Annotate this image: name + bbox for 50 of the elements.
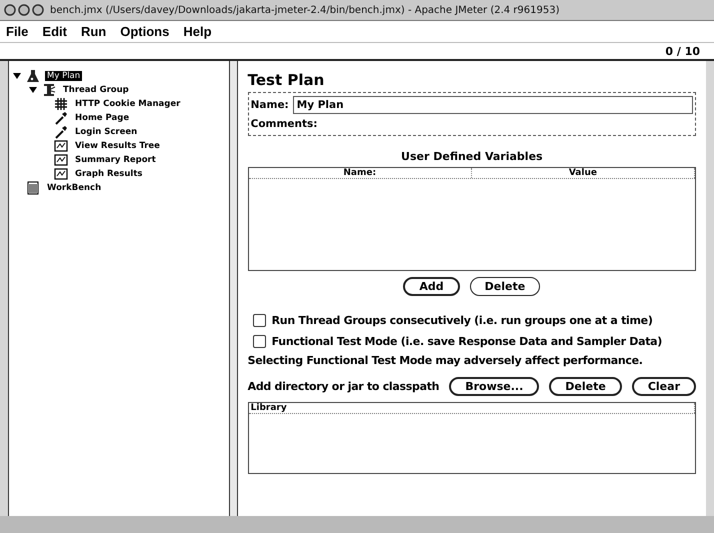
expand-arrow-icon[interactable] xyxy=(29,86,37,94)
tree-item[interactable]: View Results Tree xyxy=(73,141,162,151)
menu-item[interactable]: File xyxy=(6,24,28,39)
tree-item[interactable]: WorkBench xyxy=(45,183,104,193)
menu-item[interactable]: Options xyxy=(120,24,170,39)
window-title: bench.jmx (/Users/davey/Downloads/jakarta-jmeter-2.4/bin/bench.jmx) - Apache JMeter (2.4 r961953) xyxy=(50,4,560,16)
checkbox[interactable] xyxy=(252,335,266,348)
checkbox[interactable] xyxy=(252,314,266,327)
spool-icon xyxy=(42,83,56,97)
expand-arrow-icon[interactable] xyxy=(13,72,21,80)
variable-button[interactable]: Add xyxy=(403,277,460,296)
column-header[interactable]: Value xyxy=(472,168,695,178)
flask-icon xyxy=(26,69,40,83)
tree-item[interactable]: HTTP Cookie Manager xyxy=(73,99,182,109)
column-header[interactable]: Library xyxy=(248,403,695,413)
section-title: User Defined Variables xyxy=(400,150,544,163)
checkbox-label[interactable]: Run Thread Groups consecutively (i.e. run groups one at a time) xyxy=(272,314,653,327)
notepad-icon xyxy=(26,181,40,195)
column-header[interactable]: Name: xyxy=(248,168,472,178)
menu-item[interactable]: Edit xyxy=(42,24,67,39)
tree-item[interactable]: Home Page xyxy=(73,113,132,123)
tree-item[interactable]: Graph Results xyxy=(73,169,144,179)
menu-item[interactable]: Help xyxy=(183,24,212,39)
comments-label: Comments: xyxy=(250,118,318,130)
tree-item[interactable]: Login Screen xyxy=(73,127,140,137)
menu-item[interactable]: Run xyxy=(80,24,106,39)
pipette-icon xyxy=(54,111,68,125)
tree-item[interactable]: Summary Report xyxy=(73,155,158,165)
variable-button[interactable]: Delete xyxy=(470,277,540,296)
grid-icon xyxy=(54,97,68,111)
name-field[interactable]: My Plan xyxy=(292,96,693,114)
pipette-icon xyxy=(54,125,68,139)
window-control-icon[interactable] xyxy=(18,4,30,16)
warning-text: Selecting Functional Test Mode may adversely affect performance. xyxy=(248,354,644,367)
split-handle[interactable] xyxy=(230,61,237,516)
name-label: Name: xyxy=(250,98,289,110)
classpath-button[interactable]: Delete xyxy=(549,377,622,396)
window-control-icon[interactable] xyxy=(4,4,16,16)
chart-window-icon xyxy=(54,139,68,153)
checkbox-label[interactable]: Functional Test Mode (i.e. save Response Data and Sampler Data) xyxy=(272,335,662,348)
classpath-button[interactable]: Clear xyxy=(632,377,696,396)
tree-item[interactable]: My Plan xyxy=(45,71,82,81)
tree-item[interactable]: Thread Group xyxy=(61,85,131,95)
chart-window-icon xyxy=(54,167,68,181)
chart-window-icon xyxy=(54,153,68,167)
classpath-button[interactable]: Browse... xyxy=(449,377,540,396)
window-control-icon[interactable] xyxy=(32,4,44,16)
panel-title: Test Plan xyxy=(248,71,326,89)
classpath-label: Add directory or jar to classpath xyxy=(248,380,440,393)
thread-counter: 0 / 10 xyxy=(665,44,700,58)
